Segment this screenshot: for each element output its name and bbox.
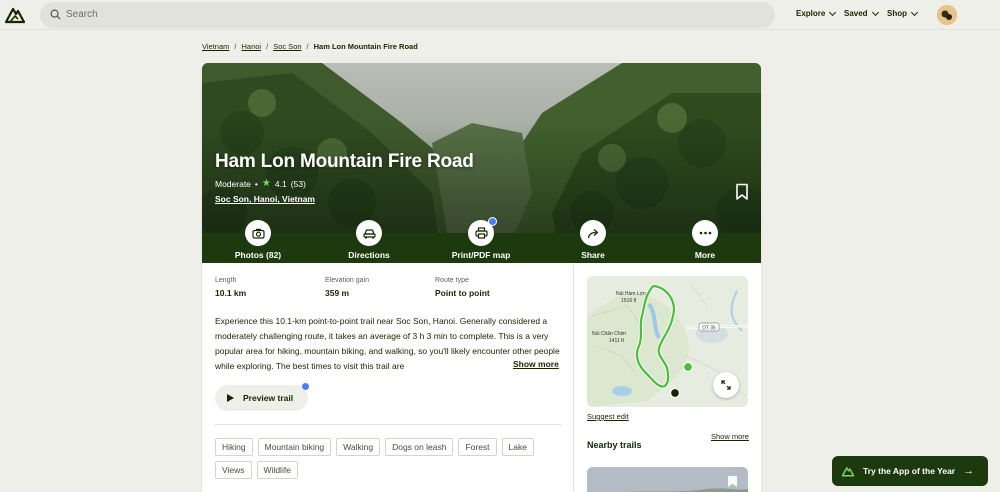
tag[interactable]: Lake	[501, 438, 534, 456]
nav-shop[interactable]: Shop	[887, 8, 919, 18]
action-bar: Photos (82) Directions Print/PDF map Sha…	[202, 217, 761, 263]
expand-icon	[721, 380, 731, 390]
more-icon	[699, 231, 711, 235]
premium-badge-icon	[488, 217, 497, 226]
trail-card: Ham Lon Mountain Fire Road Moderate • ★ …	[202, 63, 761, 492]
camera-icon	[251, 228, 265, 239]
stat-elevation: Elevation gain 359 m	[325, 277, 369, 298]
tag[interactable]: Dogs on leash	[385, 438, 454, 456]
breadcrumb-district[interactable]: Soc Son	[273, 42, 301, 51]
premium-badge-icon	[301, 382, 310, 391]
printer-icon	[474, 227, 488, 239]
share-button[interactable]: Share	[543, 220, 643, 260]
review-count[interactable]: (53)	[291, 179, 306, 189]
map-peak1-elevation: 1516 ft	[621, 298, 637, 304]
difficulty-label: Moderate	[215, 178, 251, 189]
nearby-trail-card[interactable]	[587, 467, 748, 492]
nearby-trails-heading: Nearby trails	[587, 440, 642, 450]
alltrails-logo-icon[interactable]	[5, 6, 25, 24]
search-input[interactable]: Search	[66, 9, 98, 20]
star-icon: ★	[261, 178, 271, 189]
tag[interactable]: Wildlife	[256, 461, 298, 479]
more-button[interactable]: More	[655, 220, 755, 260]
tag[interactable]: Views	[215, 461, 252, 479]
chevron-down-icon	[829, 8, 837, 16]
breadcrumb-current: Ham Lon Mountain Fire Road	[313, 42, 418, 51]
expand-map-button[interactable]	[713, 372, 739, 398]
bookmark-icon[interactable]	[735, 183, 749, 201]
nearby-show-more-link[interactable]: Show more	[711, 432, 749, 441]
trail-title: Ham Lon Mountain Fire Road	[215, 151, 474, 172]
print-map-button[interactable]: Print/PDF map	[431, 217, 531, 260]
trail-stats: Length 10.1 km Elevation gain 359 m Rout…	[215, 277, 545, 298]
map-road-label: DT 35	[702, 325, 716, 331]
stat-route-type: Route type Point to point	[435, 277, 490, 298]
breadcrumb-country[interactable]: Vietnam	[202, 42, 229, 51]
show-more-link[interactable]: Show more	[509, 359, 559, 369]
nav-saved[interactable]: Saved	[844, 8, 879, 18]
suggest-edit-link[interactable]: Suggest edit	[587, 412, 629, 421]
map-peak2-label: Núi Chân Chim	[592, 331, 626, 337]
app-download-banner[interactable]: Try the App of the Year →	[832, 456, 988, 486]
column-divider	[573, 263, 574, 492]
alltrails-logo-icon	[841, 466, 855, 477]
stat-length: Length 10.1 km	[215, 277, 247, 298]
arrow-right-icon: →	[963, 465, 975, 477]
car-icon	[362, 228, 376, 238]
avatar[interactable]	[937, 5, 957, 25]
chevron-down-icon	[910, 8, 919, 16]
directions-button[interactable]: Directions	[319, 220, 419, 260]
share-icon	[587, 228, 598, 238]
map-peak2-elevation: 1411 ft	[609, 338, 625, 344]
trail-tags: Hiking Mountain biking Walking Dogs on l…	[215, 438, 561, 479]
nav-explore[interactable]: Explore	[796, 8, 837, 18]
tag[interactable]: Hiking	[215, 438, 253, 456]
preview-trail-button[interactable]: Preview trail	[215, 382, 310, 411]
play-icon	[227, 394, 234, 402]
map-peak1-label: Núi Hàm Lợn	[616, 291, 646, 297]
breadcrumb-city[interactable]: Hanoi	[241, 42, 261, 51]
rating-value: 4.1	[274, 178, 287, 189]
search-bar[interactable]: Search	[40, 2, 775, 28]
trail-meta: Moderate • ★ 4.1 (53)	[215, 178, 306, 189]
trail-map[interactable]: DT 35 Núi Hàm Lợn 1516 ft Núi Chân Chim …	[587, 276, 748, 407]
photos-button[interactable]: Photos (82)	[208, 220, 308, 260]
trail-location-link[interactable]: Soc Son, Hanoi, Vietnam	[215, 194, 315, 204]
tag[interactable]: Walking	[336, 438, 381, 456]
divider	[215, 424, 561, 425]
breadcrumb: Vietnam / Hanoi / Soc Son / Ham Lon Moun…	[202, 42, 418, 51]
tag[interactable]: Forest	[458, 438, 497, 456]
tag[interactable]: Mountain biking	[257, 438, 332, 456]
search-icon	[50, 9, 61, 20]
top-bar: Search Explore Saved Shop	[0, 0, 1000, 30]
chevron-down-icon	[871, 8, 879, 16]
